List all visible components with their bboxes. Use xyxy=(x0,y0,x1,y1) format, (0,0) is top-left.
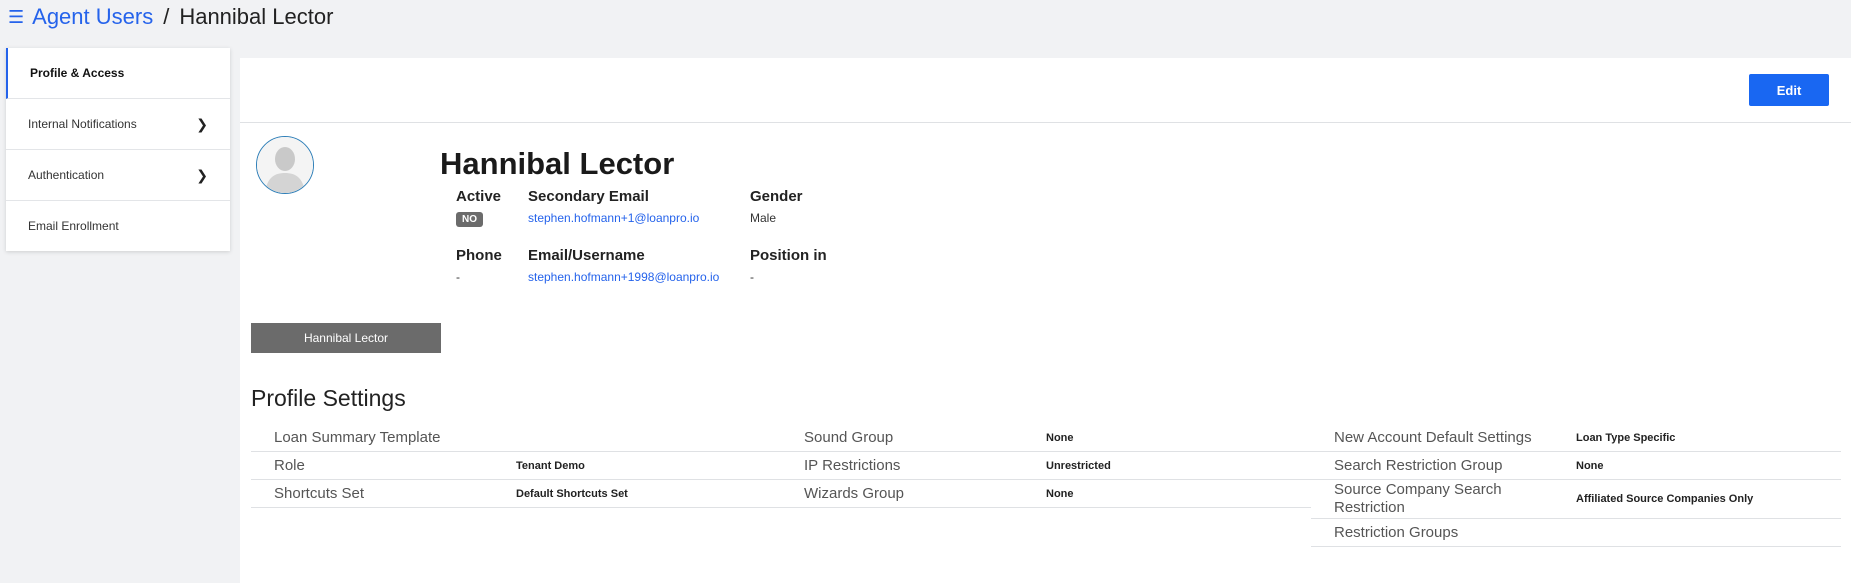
active-field: Active NO xyxy=(456,188,501,227)
setting-label: Restriction Groups xyxy=(1334,523,1459,541)
breadcrumb: ☰ Agent Users / Hannibal Lector xyxy=(8,2,333,32)
setting-value: None xyxy=(1046,431,1074,444)
breadcrumb-current: Hannibal Lector xyxy=(179,4,334,29)
setting-label: Wizards Group xyxy=(804,484,905,502)
setting-label: Source Company Search Restriction xyxy=(1334,481,1502,516)
menu-icon[interactable]: ☰ xyxy=(8,7,24,28)
setting-value: Loan Type Specific xyxy=(1576,431,1676,444)
profile-settings-column-3: New Account Default Settings Loan Type S… xyxy=(1311,424,1841,547)
phone-value: - xyxy=(456,270,460,284)
setting-row: Loan Summary Template xyxy=(251,424,781,452)
status-badge: NO xyxy=(456,212,483,227)
user-silhouette-icon xyxy=(257,137,313,193)
chevron-right-icon: ❯ xyxy=(196,166,208,183)
breadcrumb-agent-users-link[interactable]: Agent Users xyxy=(32,4,153,30)
secondary-email-link[interactable]: stephen.hofmann+1@loanpro.io xyxy=(528,211,699,225)
position-field: Position in - xyxy=(750,247,827,284)
setting-value: None xyxy=(1576,459,1604,472)
gender-field: Gender Male xyxy=(750,188,803,225)
username-label: Email/Username xyxy=(528,247,645,264)
setting-row: New Account Default Settings Loan Type S… xyxy=(1311,424,1841,452)
setting-row: Role Tenant Demo xyxy=(251,452,781,480)
setting-label: IP Restrictions xyxy=(804,456,901,474)
toolbar: Edit xyxy=(240,58,1851,123)
setting-value: Affiliated Source Companies Only xyxy=(1576,493,1754,505)
setting-row: Restriction Groups xyxy=(1311,519,1841,547)
position-value: - xyxy=(750,270,754,284)
setting-value: None xyxy=(1046,487,1074,500)
profile-settings-column-1: Loan Summary Template Role Tenant Demo S… xyxy=(251,424,781,508)
sidebar-item-authentication[interactable]: Authentication ❯ xyxy=(6,150,230,201)
sidebar-item-email-enrollment[interactable]: Email Enrollment xyxy=(6,201,230,251)
profile-settings-column-2: Sound Group None IP Restrictions Unrestr… xyxy=(781,424,1311,508)
username-field: Email/Username stephen.hofmann+1998@loan… xyxy=(528,247,719,284)
setting-row: Search Restriction Group None xyxy=(1311,452,1841,480)
sidebar: Profile & Access Internal Notifications … xyxy=(6,48,230,251)
phone-field: Phone - xyxy=(456,247,502,284)
setting-label: Role xyxy=(274,456,305,474)
setting-row: Sound Group None xyxy=(781,424,1311,452)
username-link[interactable]: stephen.hofmann+1998@loanpro.io xyxy=(528,270,719,284)
setting-value: Unrestricted xyxy=(1046,459,1111,472)
phone-label: Phone xyxy=(456,247,502,264)
setting-row: Wizards Group None xyxy=(781,480,1311,508)
sidebar-item-label: Profile & Access xyxy=(30,66,125,80)
profile-settings-title: Profile Settings xyxy=(251,385,406,411)
gender-label: Gender xyxy=(750,188,803,205)
setting-value: Tenant Demo xyxy=(516,459,585,472)
position-label: Position in xyxy=(750,247,827,264)
page-title: Hannibal Lector xyxy=(440,146,675,181)
setting-row: IP Restrictions Unrestricted xyxy=(781,452,1311,480)
secondary-email-label: Secondary Email xyxy=(528,188,649,205)
setting-label: Shortcuts Set xyxy=(274,484,365,502)
sidebar-item-internal-notifications[interactable]: Internal Notifications ❯ xyxy=(6,99,230,150)
sidebar-item-label: Email Enrollment xyxy=(28,219,119,233)
setting-row: Source Company Search Restriction Affili… xyxy=(1311,480,1841,519)
gender-value: Male xyxy=(750,211,777,225)
sidebar-item-label: Authentication xyxy=(28,168,105,182)
sidebar-item-label: Internal Notifications xyxy=(28,117,137,131)
edit-button[interactable]: Edit xyxy=(1749,74,1829,106)
main-panel: Edit Hannibal Lector Hannibal Lector Act… xyxy=(240,58,1851,583)
setting-label: New Account Default Settings xyxy=(1334,428,1532,446)
active-label: Active xyxy=(456,188,502,205)
avatar xyxy=(256,136,314,194)
sidebar-item-profile-access[interactable]: Profile & Access xyxy=(6,48,230,99)
setting-label: Loan Summary Template xyxy=(274,428,441,446)
setting-row: Shortcuts Set Default Shortcuts Set xyxy=(251,480,781,508)
setting-label: Sound Group xyxy=(804,428,894,446)
setting-label: Search Restriction Group xyxy=(1334,456,1503,474)
chevron-right-icon: ❯ xyxy=(196,115,208,132)
secondary-email-field: Secondary Email stephen.hofmann+1@loanpr… xyxy=(528,188,699,225)
avatar-name-tag: Hannibal Lector xyxy=(251,323,441,353)
breadcrumb-separator: / xyxy=(163,4,170,29)
setting-value: Default Shortcuts Set xyxy=(516,487,628,500)
